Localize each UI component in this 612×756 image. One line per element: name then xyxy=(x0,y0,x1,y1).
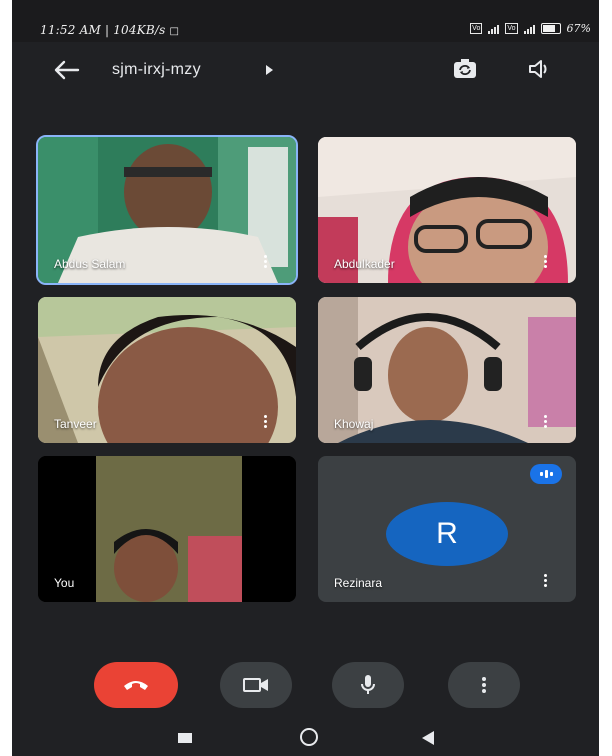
camera-toggle-button[interactable] xyxy=(220,662,292,708)
participant-name: You xyxy=(54,576,75,590)
more-vert-icon[interactable] xyxy=(260,255,270,271)
participant-tile-self[interactable]: You xyxy=(38,456,296,602)
participant-name: Tanveer xyxy=(54,417,97,431)
participant-tile-abdus-salam[interactable]: Abdus Salam xyxy=(36,135,298,285)
call-controls xyxy=(12,662,599,714)
battery-icon xyxy=(540,23,561,34)
avatar: R xyxy=(386,502,508,566)
participant-name: Abdulkader xyxy=(334,257,395,271)
battery-level: 67% xyxy=(566,22,591,35)
end-call-icon xyxy=(124,681,148,690)
back-arrow-icon[interactable] xyxy=(52,58,80,82)
mic-icon xyxy=(361,675,375,694)
self-video xyxy=(38,456,296,602)
more-vert-icon[interactable] xyxy=(540,415,550,431)
participant-tile-rezinara[interactable]: R Rezinara xyxy=(318,456,576,602)
participant-tile-tanveer[interactable]: Tanveer xyxy=(38,297,296,443)
signal-icon xyxy=(488,23,500,34)
participant-tile-abdulkader[interactable]: Abdulkader xyxy=(318,137,576,283)
nav-back-icon[interactable] xyxy=(422,731,434,745)
battery-percent: 67 xyxy=(566,22,581,35)
system-nav-bar xyxy=(12,720,599,756)
participant-tile-khowaj[interactable]: Khowaj xyxy=(318,297,576,443)
participant-name: Khowaj xyxy=(334,417,374,431)
status-time-text: 11:52 AM | 104KB/s xyxy=(40,23,166,37)
meet-screen: 11:52 AM | 104KB/s □ Vo Vo 67% sjm-irxj-… xyxy=(12,0,599,756)
more-vert-icon[interactable] xyxy=(540,574,550,590)
more-vert-icon[interactable] xyxy=(540,255,550,271)
screen-record-icon: □ xyxy=(169,26,180,37)
status-time: 11:52 AM | 104KB/s □ xyxy=(40,23,179,37)
more-vert-icon[interactable] xyxy=(260,415,270,431)
switch-camera-icon[interactable] xyxy=(452,57,478,81)
audio-indicator-icon xyxy=(530,464,562,484)
status-icons: Vo Vo 67% xyxy=(470,22,591,35)
home-icon[interactable] xyxy=(300,728,318,746)
status-bar: 11:52 AM | 104KB/s □ Vo Vo 67% xyxy=(12,0,599,42)
participant-name: Abdus Salam xyxy=(54,257,126,271)
signal-icon-2 xyxy=(523,23,535,34)
end-call-button[interactable] xyxy=(94,662,178,708)
volte-icon: Vo xyxy=(470,23,483,34)
mic-toggle-button[interactable] xyxy=(332,662,404,708)
participant-name: Rezinara xyxy=(334,576,383,590)
meeting-header: sjm-irxj-mzy xyxy=(12,42,599,98)
more-options-button[interactable] xyxy=(448,662,520,708)
more-options-icon xyxy=(482,677,486,693)
recent-apps-icon[interactable] xyxy=(178,733,192,743)
caret-right-icon[interactable] xyxy=(264,64,274,76)
volte-icon-2: Vo xyxy=(505,23,518,34)
camera-icon xyxy=(243,678,268,692)
speaker-icon[interactable] xyxy=(527,57,553,81)
meeting-code[interactable]: sjm-irxj-mzy xyxy=(112,61,201,79)
